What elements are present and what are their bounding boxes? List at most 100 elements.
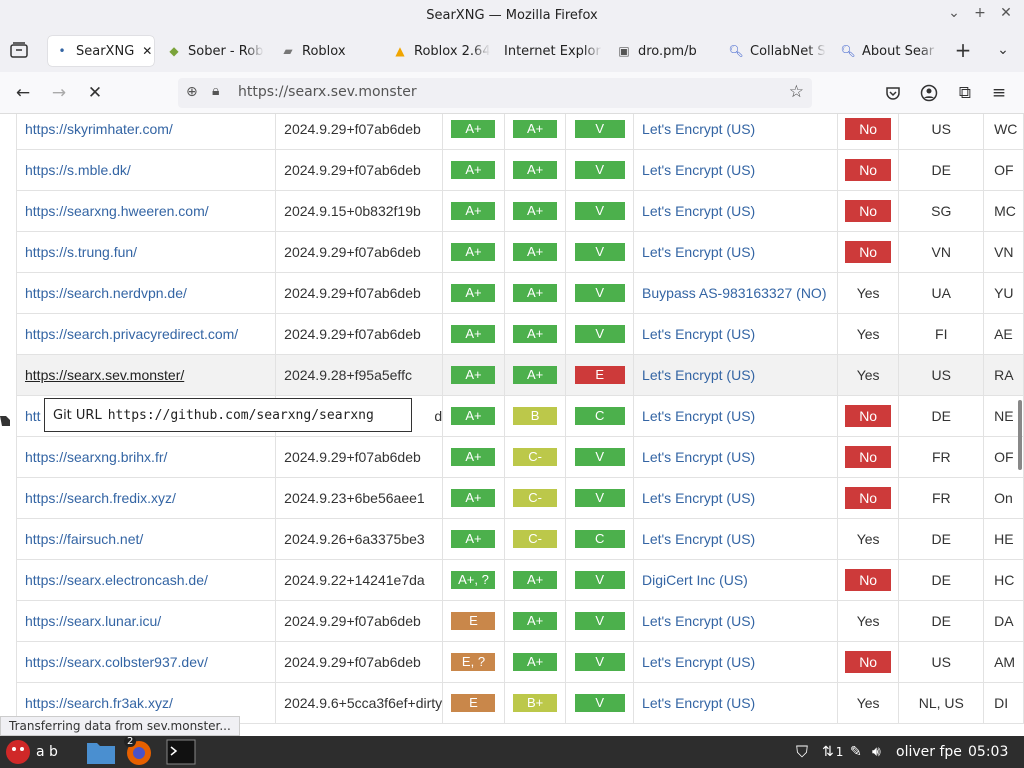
instance-url-cell[interactable]: https://skyrimhater.com/ <box>15 114 277 150</box>
grade-badge[interactable]: A+ <box>451 284 496 302</box>
instance-url-cell[interactable]: https://fairsuch.net/ <box>15 518 277 560</box>
instance-url-link[interactable]: https://searx.lunar.icu/ <box>25 613 161 629</box>
stop-loading-icon[interactable]: ✕ <box>82 80 108 106</box>
grade-badge[interactable]: A+ <box>513 284 558 302</box>
certificate-link[interactable]: Let's Encrypt (US) <box>642 449 755 465</box>
volume-icon[interactable]: 🔊︎ <box>872 738 881 766</box>
certificate-link[interactable]: Let's Encrypt (US) <box>642 326 755 342</box>
tab-roblox-264[interactable]: ▲ Roblox 2.64 <box>386 36 490 66</box>
version-text[interactable]: 2024.9.6+5cca3f6ef+dirty <box>284 695 442 711</box>
instance-url-link[interactable]: https://searx.electroncash.de/ <box>25 572 208 588</box>
maximize-icon[interactable]: + <box>970 5 990 21</box>
tab-roblox[interactable]: ▰ Roblox <box>274 36 378 66</box>
tab-internet-explorer[interactable]: Internet Explor <box>498 36 602 66</box>
new-tab-icon[interactable]: + <box>950 37 976 63</box>
version-text[interactable]: 2024.9.29+f07ab6deb <box>284 285 421 301</box>
instance-url-cell[interactable]: https://searx.sev.monster/ <box>15 354 277 396</box>
grade-badge[interactable]: A+ <box>513 571 558 589</box>
address-bar[interactable]: ⊕ 🔒︎ https://searx.sev.monster ☆ <box>178 78 812 108</box>
pen-icon[interactable]: ✎ <box>850 738 862 766</box>
grade-badge[interactable]: A+ <box>451 448 496 466</box>
pocket-icon[interactable] <box>880 80 906 106</box>
vertical-scrollbar[interactable] <box>1018 400 1022 470</box>
extensions-icon[interactable]: ⧉ <box>952 80 978 106</box>
certificate-link[interactable]: Let's Encrypt (US) <box>642 408 755 424</box>
firefox-taskbar-icon[interactable]: 2 <box>124 736 154 766</box>
grade-badge[interactable]: V <box>574 284 625 302</box>
grade-badge[interactable]: V <box>574 161 625 179</box>
tab-collabnet[interactable]: 🔍︎ CollabNet S <box>722 36 826 66</box>
grade-badge[interactable]: V <box>574 243 625 261</box>
version-text[interactable]: 2024.9.15+0b832f19b <box>284 203 421 219</box>
grade-badge[interactable]: A+ <box>451 161 496 179</box>
grade-badge[interactable]: V <box>574 120 625 138</box>
tab-about-searxng[interactable]: 🔍︎ About Sear <box>834 36 938 66</box>
grade-badge[interactable]: A+ <box>451 366 496 384</box>
forward-arrow-icon[interactable]: → <box>46 80 72 106</box>
workspace-switcher[interactable]: a b <box>36 738 58 766</box>
instance-url-cell[interactable]: https://s.mble.dk/ <box>15 149 277 191</box>
instance-url-link[interactable]: https://s.trung.fun/ <box>25 244 137 260</box>
start-menu-icon[interactable] <box>4 738 32 766</box>
close-window-icon[interactable]: ✕ <box>996 5 1016 21</box>
grade-badge[interactable]: A+, ? <box>451 571 496 589</box>
certificate-link[interactable]: Let's Encrypt (US) <box>642 203 755 219</box>
instance-url-cell[interactable]: https://search.privacyredirect.com/ <box>15 313 277 355</box>
grade-badge[interactable]: A+ <box>513 202 558 220</box>
version-text[interactable]: 2024.9.29+f07ab6deb <box>284 654 421 670</box>
grade-badge[interactable]: A+ <box>513 120 558 138</box>
bookmark-star-icon[interactable]: ☆ <box>789 82 804 102</box>
grade-badge[interactable]: A+ <box>513 366 558 384</box>
grade-badge[interactable]: A+ <box>513 653 558 671</box>
site-info-icon[interactable]: ⊕ <box>186 84 198 100</box>
instance-url-link[interactable]: https://fairsuch.net/ <box>25 531 143 547</box>
instance-url-link[interactable]: https://skyrimhater.com/ <box>25 121 173 137</box>
current-user[interactable]: oliver fpe <box>896 738 962 766</box>
grade-badge[interactable]: C- <box>513 530 558 548</box>
grade-badge[interactable]: A+ <box>451 407 496 425</box>
grade-badge[interactable]: A+ <box>451 202 496 220</box>
grade-badge[interactable]: E <box>451 612 496 630</box>
tab-sober[interactable]: ◆ Sober - Rob <box>160 36 264 66</box>
instance-url-cell[interactable]: https://searxng.brihx.fr/ <box>15 436 277 478</box>
grade-badge[interactable]: A+ <box>451 243 496 261</box>
certificate-link[interactable]: DigiCert Inc (US) <box>642 572 748 588</box>
network-icon[interactable]: ⇅ 1 <box>822 738 843 766</box>
grade-badge[interactable]: V <box>574 325 625 343</box>
certificate-link[interactable]: Let's Encrypt (US) <box>642 531 755 547</box>
instance-url-link[interactable]: https://search.nerdvpn.de/ <box>25 285 187 301</box>
file-manager-icon[interactable] <box>86 738 116 766</box>
grade-badge[interactable]: V <box>574 448 625 466</box>
grade-badge[interactable]: C- <box>513 489 558 507</box>
grade-badge[interactable]: V <box>574 653 625 671</box>
version-text[interactable]: 2024.9.29+f07ab6deb <box>284 162 421 178</box>
version-text[interactable]: 2024.9.29+f07ab6deb <box>284 449 421 465</box>
grade-badge[interactable]: V <box>574 489 625 507</box>
certificate-link[interactable]: Let's Encrypt (US) <box>642 654 755 670</box>
terminal-icon[interactable] <box>166 738 196 766</box>
version-text[interactable]: d <box>434 408 442 424</box>
instance-url-cell[interactable]: https://searx.lunar.icu/ <box>15 600 277 642</box>
grade-badge[interactable]: E <box>451 694 496 712</box>
version-text[interactable]: 2024.9.29+f07ab6deb <box>284 613 421 629</box>
instance-url-link[interactable]: https://searx.sev.monster/ <box>25 367 184 383</box>
version-text[interactable]: 2024.9.22+14241e7da <box>284 572 425 588</box>
grade-badge[interactable]: B <box>513 407 558 425</box>
certificate-link[interactable]: Let's Encrypt (US) <box>642 162 755 178</box>
shield-icon[interactable]: ⛉ <box>796 738 808 766</box>
version-text[interactable]: 2024.9.23+6be56aee1 <box>284 490 425 506</box>
grade-badge[interactable]: A+ <box>451 489 496 507</box>
grade-badge[interactable]: V <box>574 202 625 220</box>
instance-url-link[interactable]: htt <box>25 408 41 424</box>
tab-overview-icon[interactable] <box>6 37 32 63</box>
grade-badge[interactable]: A+ <box>451 325 496 343</box>
instance-url-cell[interactable]: https://s.trung.fun/ <box>15 231 277 273</box>
url-text[interactable]: https://searx.sev.monster <box>238 84 417 100</box>
grade-badge[interactable]: A+ <box>513 161 558 179</box>
instance-url-link[interactable]: https://searx.colbster937.dev/ <box>25 654 208 670</box>
instance-url-cell[interactable]: https://search.fredix.xyz/ <box>15 477 277 519</box>
grade-badge[interactable]: E <box>574 366 625 384</box>
grade-badge[interactable]: C <box>574 530 625 548</box>
account-icon[interactable] <box>916 80 942 106</box>
instance-url-cell[interactable]: https://searxng.hweeren.com/ <box>15 190 277 232</box>
